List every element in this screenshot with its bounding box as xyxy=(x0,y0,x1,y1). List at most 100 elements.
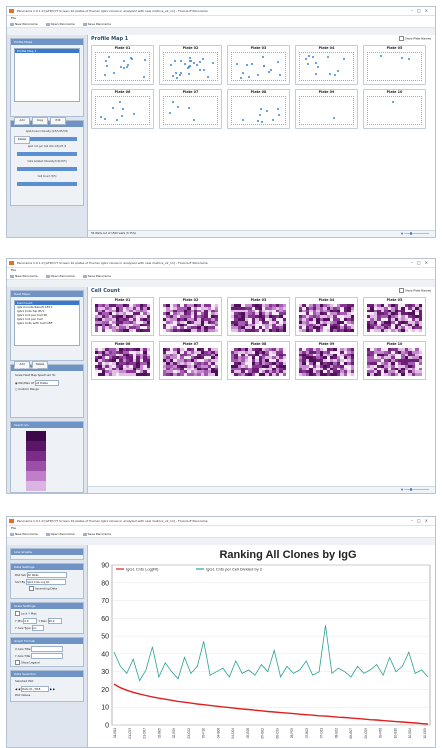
list-item[interactable]: IgG1 Cnts with Cell CBF xyxy=(15,321,79,325)
plate-card[interactable]: Plate 08 xyxy=(227,341,290,380)
plate-card[interactable]: Plate 09 xyxy=(295,341,358,380)
y-min-input[interactable]: 0.0 xyxy=(23,618,38,624)
sort-by-select[interactable]: IgG1 Cnts Log Rt xyxy=(26,579,67,585)
save-panorama-button[interactable]: Save Panorama xyxy=(82,532,111,536)
menu-file[interactable]: File xyxy=(11,526,16,530)
open-panorama-button[interactable]: Open Panorama xyxy=(45,22,75,26)
save-panorama-button[interactable]: Save Panorama xyxy=(82,22,111,26)
plate-card[interactable]: Plate 06 xyxy=(91,89,154,129)
copy-button[interactable]: Copy xyxy=(32,117,48,125)
y-range-fields: Y Min 0.0 Y Max 90.0 xyxy=(15,618,79,624)
plate-card[interactable]: Plate 02 xyxy=(159,297,222,336)
window-controls[interactable]: –□× xyxy=(411,7,432,15)
group-header: Data Settings xyxy=(11,564,83,570)
x-tick-label: 08-G07 xyxy=(349,728,353,739)
x-axis-title-input[interactable] xyxy=(31,646,64,652)
plate-card[interactable]: Plate 03 xyxy=(227,45,290,85)
plate-card[interactable]: Plate 05 xyxy=(363,297,426,336)
plate-card[interactable]: Plate 07 xyxy=(159,341,222,380)
custom-range-radio[interactable]: ○ Custom Range xyxy=(15,387,79,392)
x-tick-label: 01-B11 xyxy=(113,728,117,738)
checkbox-label: Show Plate Names xyxy=(404,288,431,293)
plot-set-select[interactable]: All Wells xyxy=(26,572,67,578)
plate-card[interactable]: Plate 01 xyxy=(91,45,154,85)
menu-file[interactable]: File xyxy=(11,16,16,20)
show-plate-names-checkbox[interactable]: Show Plate Names xyxy=(398,288,431,293)
x-tick-label: 01-D07 xyxy=(143,728,147,739)
ranking-chart-area: Ranking All Clones by IgG 0 10 20 30 40 50 60 7… xyxy=(88,545,435,747)
save-icon xyxy=(82,22,87,26)
plate-card[interactable]: Plate 01 xyxy=(91,297,154,336)
spectrum-swatch[interactable] xyxy=(26,461,46,471)
open-panorama-button[interactable]: Open Panorama xyxy=(45,532,75,536)
zoom-slider[interactable] xyxy=(401,488,431,491)
plate-card[interactable]: Plate 06 xyxy=(91,341,154,380)
chart-series xyxy=(113,625,429,725)
edit-button[interactable]: Edit xyxy=(50,117,66,125)
plate-card[interactable]: Plate 09 xyxy=(295,89,358,129)
minmax-radio[interactable]: ◉ Min/Max Of All Plates xyxy=(15,380,79,386)
color-bar[interactable] xyxy=(17,152,77,156)
spectrum-swatch[interactable] xyxy=(26,431,46,441)
color-label: IgG1 Cnt per Cell (Div 2/5)/25 /5 xyxy=(27,145,67,148)
well-dot xyxy=(314,61,317,64)
well-dot xyxy=(143,76,146,79)
well-dot xyxy=(270,69,273,72)
lock-y-checkbox[interactable]: Lock Y Max xyxy=(15,611,79,616)
plate-card[interactable]: Plate 10 xyxy=(363,89,426,129)
well-dot xyxy=(184,62,187,65)
new-panorama-button[interactable]: New Panorama xyxy=(10,274,38,278)
well-dot xyxy=(277,60,280,63)
button-row: AddCopyEditDelete xyxy=(14,106,80,144)
save-panorama-button[interactable]: Save Panorama xyxy=(82,274,111,278)
show-plate-names-checkbox[interactable]: Show Plate Names xyxy=(398,36,431,41)
list-item[interactable]: Profile Map 1 xyxy=(15,49,79,53)
well-dot xyxy=(199,69,202,72)
left-panel: Line Graphs Data Settings Plot Set All W… xyxy=(7,545,88,747)
color-bar[interactable] xyxy=(17,167,77,171)
chart-title: Ranking All Clones by IgG xyxy=(219,549,356,561)
menu-file[interactable]: File xyxy=(11,268,16,272)
plate-card[interactable]: Plate 04 xyxy=(295,297,358,336)
profile-map-list[interactable]: Profile Map 1 xyxy=(14,48,80,102)
plate-name: Plate 01 xyxy=(114,298,131,302)
spectrum-swatch[interactable] xyxy=(26,441,46,451)
checkbox-label: Lock Y Max xyxy=(21,611,37,616)
window-profile-maps: Panorama 1.9 1.0 [GFP/CYT Screen 10 plat… xyxy=(6,6,436,238)
spectrum-swatch[interactable] xyxy=(26,451,46,461)
open-panorama-button[interactable]: Open Panorama xyxy=(45,274,75,278)
plot-navigator[interactable]: ◀ ◀ Plate 01 / B1B ▶ ▶ xyxy=(15,686,79,692)
plate-card[interactable]: Plate 08 xyxy=(227,89,290,129)
plate-card[interactable]: Plate 10 xyxy=(363,341,426,380)
zoom-slider[interactable] xyxy=(401,232,431,235)
spectrum-swatch[interactable] xyxy=(26,481,46,491)
plate-card[interactable]: Plate 03 xyxy=(227,297,290,336)
color-bar[interactable] xyxy=(17,182,77,186)
show-legend-checkbox[interactable]: Show Legend xyxy=(15,660,79,665)
plate-card[interactable]: Plate 04 xyxy=(295,45,358,85)
well-dot xyxy=(188,73,191,76)
new-panorama-button[interactable]: New Panorama xyxy=(10,532,38,536)
window-controls[interactable]: –□× xyxy=(411,259,432,267)
y-axis-type-select[interactable]: Lin xyxy=(31,625,44,631)
button-row: AddDelete xyxy=(14,350,80,369)
heat-map-list[interactable]: Cell Count IgG Counts Result 1871 IgG1 C… xyxy=(14,300,80,346)
plate-card[interactable]: Plate 07 xyxy=(159,89,222,129)
well-dot xyxy=(250,62,253,65)
delete-button[interactable]: Delete xyxy=(14,136,30,144)
x-tick-label: 10-B10 xyxy=(393,728,397,739)
ascending-checkbox[interactable]: Ascending Data xyxy=(15,586,79,591)
well-dot xyxy=(125,65,128,68)
spectrum-swatch[interactable] xyxy=(26,471,46,481)
new-panorama-button[interactable]: New Panorama xyxy=(10,22,38,26)
well-dot xyxy=(236,62,239,65)
plates-select[interactable]: All Plates xyxy=(35,380,59,386)
new-icon xyxy=(10,274,14,278)
plate-card[interactable]: Plate 02 xyxy=(159,45,222,85)
y-axis-title-input[interactable] xyxy=(31,653,64,659)
y-max-input[interactable]: 90.0 xyxy=(47,618,62,624)
plot-range-select[interactable]: Plate 01 / B1B xyxy=(21,686,50,692)
plate-card[interactable]: Plate 05 xyxy=(363,45,426,85)
well-dot xyxy=(306,62,309,65)
window-controls[interactable]: –□× xyxy=(411,517,432,525)
